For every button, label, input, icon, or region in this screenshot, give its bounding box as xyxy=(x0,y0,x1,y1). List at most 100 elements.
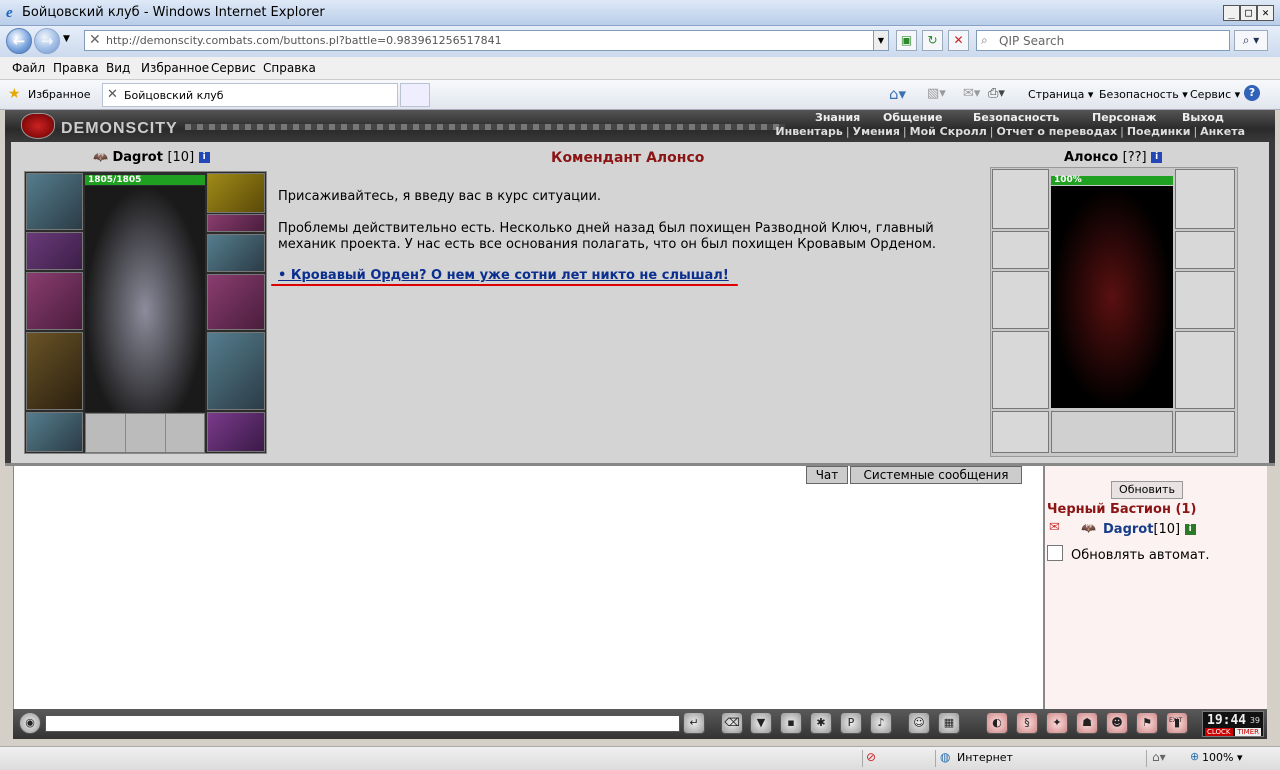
favorites-button[interactable]: Избранное xyxy=(28,88,90,101)
new-tab-button[interactable] xyxy=(400,83,430,107)
page-menu[interactable]: Страница ▾ xyxy=(1028,88,1093,101)
send-icon[interactable]: ↵ xyxy=(683,712,705,734)
amulet-slot[interactable] xyxy=(207,173,265,213)
timer-label[interactable]: TIMER xyxy=(1235,728,1261,736)
search-go-icon[interactable]: ⌕ ▾ xyxy=(1234,30,1268,51)
menu-help[interactable]: Справка xyxy=(263,61,316,75)
popup-blocked-icon[interactable]: ⊘ xyxy=(866,750,876,764)
chat-area[interactable] xyxy=(13,466,1043,709)
menu-tools[interactable]: Сервис xyxy=(211,61,256,75)
nav-fights[interactable]: Поединки xyxy=(1127,125,1191,138)
nav-security[interactable]: Безопасность xyxy=(973,111,1059,124)
translit-icon[interactable]: P xyxy=(840,712,862,734)
nav-exit[interactable]: Выход xyxy=(1182,111,1224,124)
nav-profile[interactable]: Анкета xyxy=(1200,125,1245,138)
player-avatar[interactable] xyxy=(85,186,205,412)
search-input[interactable]: ⌕ QIP Search xyxy=(976,30,1230,51)
private-message-icon[interactable]: ✉ xyxy=(1049,520,1060,535)
close-button[interactable]: ✕ xyxy=(1257,5,1274,21)
protected-mode-icon[interactable]: ⌂▾ xyxy=(1152,750,1166,764)
npc-gloves-slot xyxy=(1175,231,1235,269)
url-input[interactable]: ✕ http://demonscity.combats.com/buttons.… xyxy=(84,30,889,51)
tab-chat[interactable]: Чат xyxy=(806,466,848,484)
maximize-button[interactable]: □ xyxy=(1240,5,1257,21)
history-dropdown-icon[interactable]: ▼ xyxy=(63,34,70,44)
url-dropdown-icon[interactable]: ▼ xyxy=(873,31,888,50)
flag-icon[interactable]: ⚑ xyxy=(1136,712,1158,734)
nav-transfer-report[interactable]: Отчет о переводах xyxy=(996,125,1117,138)
sound-icon[interactable]: ♪ xyxy=(870,712,892,734)
help-icon[interactable]: ? xyxy=(1244,85,1260,101)
game-clock[interactable]: 19:44 39 CLOCK TIMER xyxy=(1202,711,1264,737)
nav-inventory[interactable]: Инвентарь xyxy=(775,125,842,138)
menu-file[interactable]: Файл xyxy=(12,61,45,75)
window-title-bar: e Бойцовский клуб - Windows Internet Exp… xyxy=(0,0,1280,26)
online-user-name[interactable]: Dagrot xyxy=(1103,522,1153,537)
security-menu[interactable]: Безопасность ▾ xyxy=(1099,88,1188,101)
friends-icon[interactable]: ☻ xyxy=(1106,712,1128,734)
chat-options-icon[interactable]: ◉ xyxy=(19,712,41,734)
dialog-line-2: Проблемы действительно есть. Несколько д… xyxy=(278,221,934,236)
compat-view-icon[interactable]: ▣ xyxy=(896,30,917,51)
player-info-icon[interactable]: i xyxy=(198,152,210,163)
npc-info-icon[interactable]: i xyxy=(1151,152,1163,163)
rings-slot[interactable] xyxy=(207,214,265,232)
mail-icon[interactable]: ✉▾ xyxy=(963,86,980,101)
refresh-button[interactable]: Обновить xyxy=(1111,481,1183,499)
menu-favorites[interactable]: Избранное xyxy=(141,61,209,75)
bracers-slot[interactable] xyxy=(26,232,83,270)
dialog-answer-link[interactable]: • Кровавый Орден? О нем уже сотни лет ни… xyxy=(278,268,729,283)
scroll-icon[interactable]: § xyxy=(1016,712,1038,734)
refresh-icon[interactable]: ↻ xyxy=(922,30,943,51)
minimize-button[interactable]: _ xyxy=(1223,5,1240,21)
player-level: [10] xyxy=(167,150,195,165)
demonscity-shield-icon xyxy=(21,113,55,139)
filter-icon[interactable]: ▼ xyxy=(750,712,772,734)
smiley-icon[interactable]: ☺ xyxy=(908,712,930,734)
clock-label[interactable]: CLOCK xyxy=(1205,728,1233,736)
online-user-info-icon[interactable]: i xyxy=(1184,524,1196,535)
exit-icon[interactable]: EXIT ▮ xyxy=(1166,712,1188,734)
back-button[interactable]: ← xyxy=(6,28,32,54)
helmet-slot[interactable] xyxy=(26,173,83,230)
player-hp-bar: 1805/1805 xyxy=(85,175,205,185)
magic-icon[interactable]: ✦ xyxy=(1046,712,1068,734)
fight-log-icon[interactable]: ▦ xyxy=(938,712,960,734)
feeds-icon[interactable]: ▧▾ xyxy=(927,86,946,101)
nav-communication[interactable]: Общение xyxy=(883,111,942,124)
weapon-slot[interactable] xyxy=(26,272,83,330)
dance-icon[interactable]: ✱ xyxy=(810,712,832,734)
menu-edit[interactable]: Правка xyxy=(53,61,99,75)
zoom-level[interactable]: 100% ▾ xyxy=(1202,751,1242,764)
nav-skills[interactable]: Умения xyxy=(853,125,900,138)
mask-icon[interactable]: ☗ xyxy=(1076,712,1098,734)
rune-slots[interactable] xyxy=(85,413,205,453)
chat-input[interactable] xyxy=(45,715,680,732)
forward-button[interactable]: → xyxy=(34,28,60,54)
belt-slot[interactable] xyxy=(26,412,83,452)
home-icon[interactable]: ⌂▾ xyxy=(889,85,906,103)
print-icon[interactable]: ⎙▾ xyxy=(988,86,1005,101)
online-user[interactable]: Dagrot[10] i xyxy=(1103,522,1196,537)
tools-menu[interactable]: Сервис ▾ xyxy=(1190,88,1240,101)
stop-icon[interactable]: ✕ xyxy=(948,30,969,51)
tab-system-messages[interactable]: Системные сообщения xyxy=(850,466,1022,484)
browser-tab[interactable]: ✕ Бойцовский клуб xyxy=(102,83,398,107)
player-name[interactable]: Dagrot xyxy=(112,150,162,165)
legs-slot[interactable] xyxy=(207,332,265,410)
security-zone[interactable]: Интернет xyxy=(957,751,1013,764)
nav-knowledge[interactable]: Знания xyxy=(815,111,860,124)
bag-icon[interactable]: ◐ xyxy=(986,712,1008,734)
save-log-icon[interactable]: ▪ xyxy=(780,712,802,734)
gloves-slot[interactable] xyxy=(207,234,265,272)
nav-my-scroll[interactable]: Мой Скролл xyxy=(910,125,987,138)
armor-slot[interactable] xyxy=(26,332,83,410)
auto-refresh-checkbox[interactable] xyxy=(1047,545,1063,561)
nav-character[interactable]: Персонаж xyxy=(1092,111,1157,124)
menu-view[interactable]: Вид xyxy=(106,61,130,75)
boots-slot[interactable] xyxy=(207,412,265,452)
offhand-slot[interactable] xyxy=(207,274,265,330)
clear-icon[interactable]: ⌫ xyxy=(721,712,743,734)
tab-title: Бойцовский клуб xyxy=(124,89,224,102)
npc-name[interactable]: Алонсо xyxy=(1064,150,1118,165)
